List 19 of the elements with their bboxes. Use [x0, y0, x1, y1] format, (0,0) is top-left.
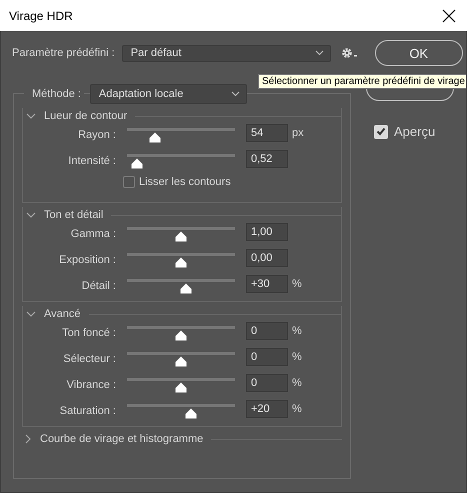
slider-label: Sélecteur :: [62, 352, 116, 365]
slider-label: Détail :: [80, 279, 116, 292]
unit-label: %: [292, 376, 303, 389]
unit-label: px: [292, 126, 305, 139]
window-title: Virage HDR: [9, 8, 73, 22]
slider-label: Rayon :: [77, 128, 116, 141]
slider-label: Intensité :: [67, 154, 116, 167]
slider-label: Ton foncé :: [61, 326, 116, 339]
method-label: Méthode :: [24, 88, 84, 100]
unit-label: %: [292, 277, 303, 290]
unit-label: %: [292, 324, 303, 337]
slider-label: Gamma :: [70, 227, 116, 240]
slider-label: Vibrance :: [66, 378, 116, 391]
unit-label: %: [292, 350, 303, 363]
unit-label: %: [292, 402, 303, 415]
slider-label: Exposition :: [58, 253, 116, 266]
preset-label: Paramètre prédéfini :: [12, 47, 115, 59]
slider-label: Saturation :: [58, 404, 116, 417]
tooltip: Sélectionner un paramètre prédéfini de virage: [258, 74, 466, 89]
